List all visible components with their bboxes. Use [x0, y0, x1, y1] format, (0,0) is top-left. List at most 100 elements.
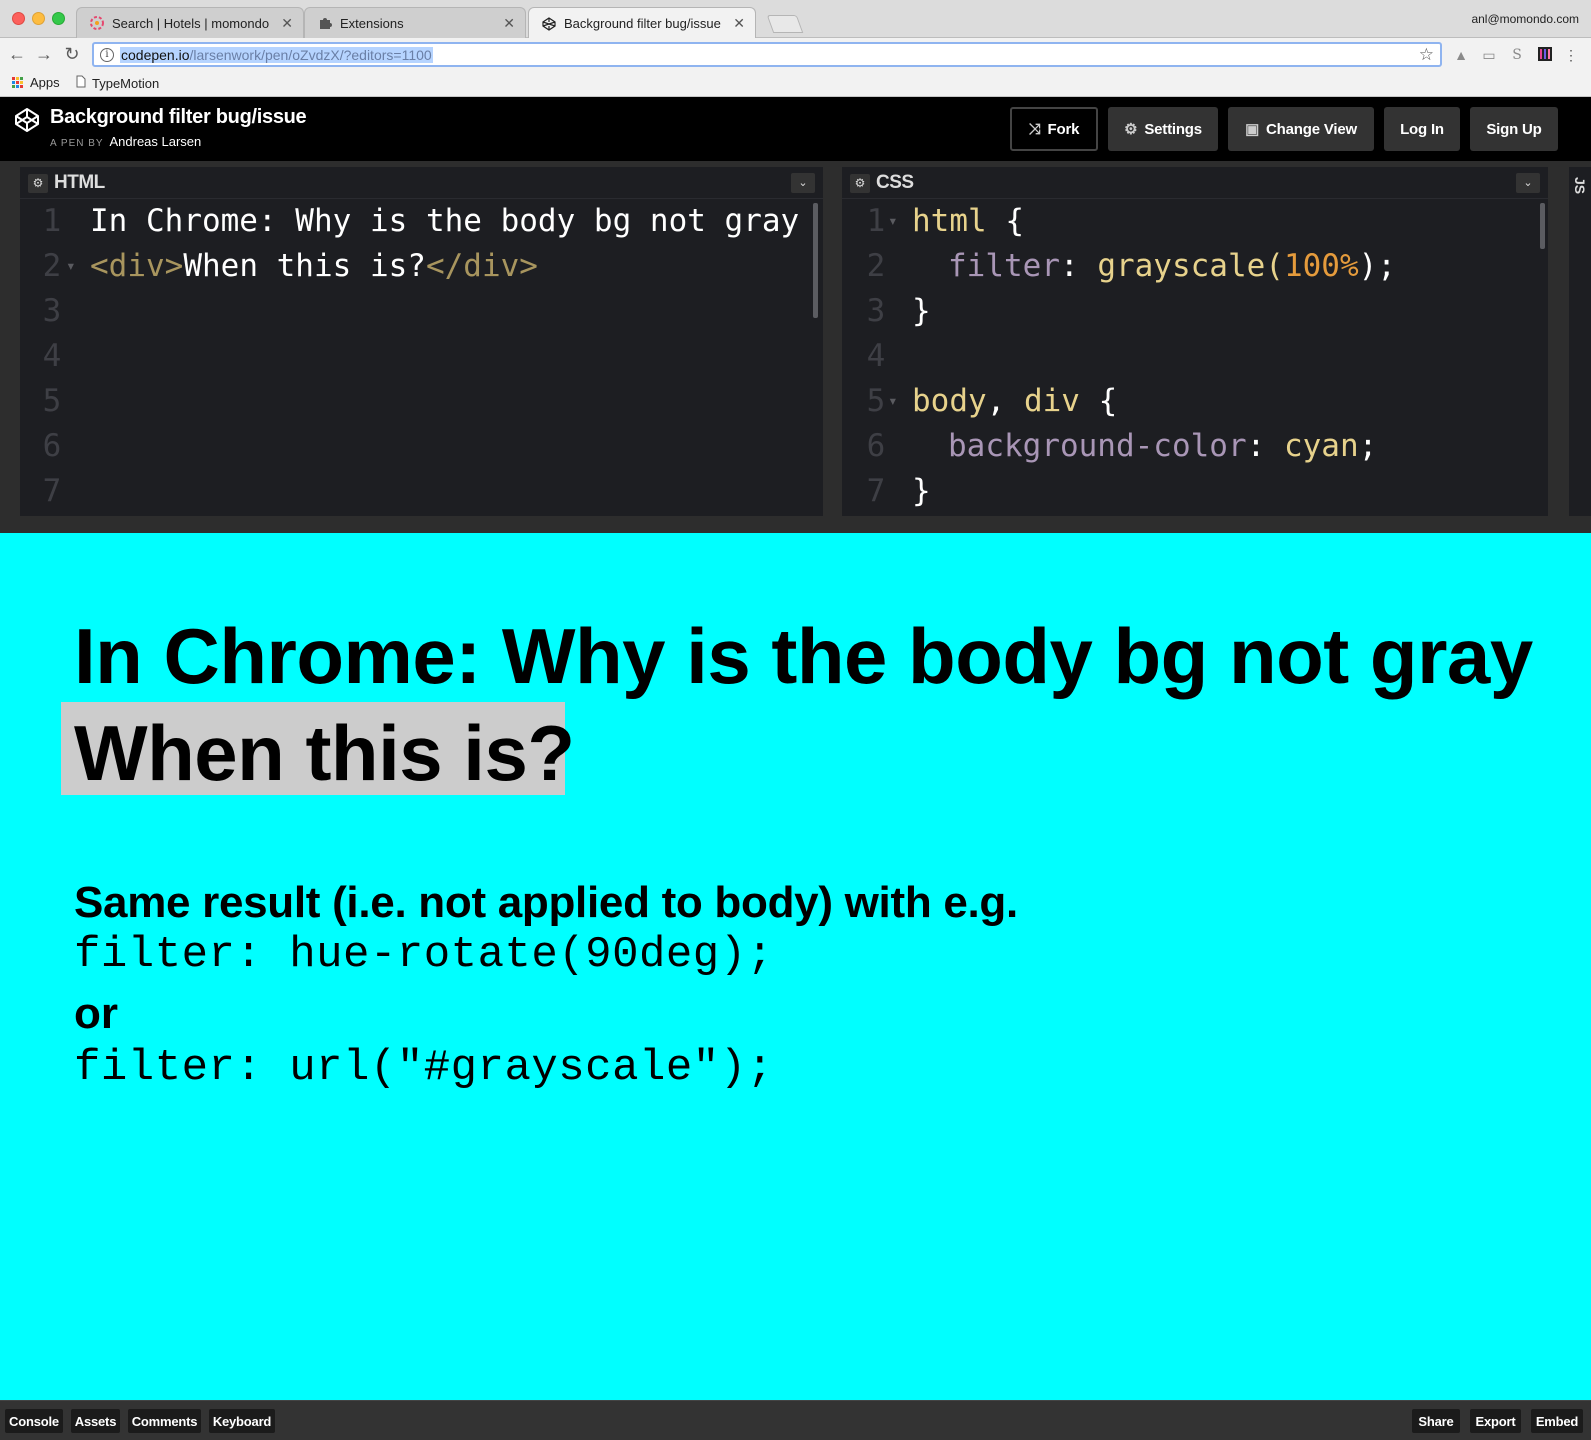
- change-view-button[interactable]: ▣ Change View: [1228, 107, 1374, 151]
- fold-arrow-icon[interactable]: ▾: [888, 211, 898, 230]
- tab-extensions[interactable]: Extensions ✕: [304, 7, 526, 38]
- line-number: 6: [42, 428, 62, 464]
- preview-or: or: [74, 989, 118, 1038]
- html-pane-header: ⚙ HTML ⌄: [20, 167, 823, 199]
- back-arrow-icon[interactable]: ←: [6, 43, 28, 65]
- preview-div-text: When this is?: [74, 709, 575, 797]
- line-number: 2: [866, 248, 886, 284]
- byline-prefix: A PEN BY: [50, 138, 104, 149]
- line-number: 3: [42, 293, 62, 329]
- css-editor-pane: ⚙ CSS ⌄ 1 ▾ html { 2 filter: grayscale(100%…: [842, 167, 1548, 516]
- browser-toolbar: ← → ↻ i codepen.io/larsenwork/pen/oZvdzX…: [0, 38, 1591, 70]
- preview-code-2: filter: url("#grayscale");: [74, 1043, 774, 1093]
- html-editor-pane: ⚙ HTML ⌄ 1 In Chrome: Why is the body bg …: [20, 167, 823, 516]
- line-number: 2: [42, 248, 62, 284]
- comments-button[interactable]: Comments: [128, 1409, 201, 1433]
- bookmark-star-icon[interactable]: ☆: [1419, 45, 1434, 65]
- pen-title[interactable]: Background filter bug/issue: [50, 106, 307, 129]
- reload-icon[interactable]: ↻: [61, 43, 83, 65]
- page-icon: [76, 75, 86, 91]
- tab-codepen[interactable]: Background filter bug/issue ✕: [528, 7, 756, 39]
- profile-name[interactable]: anl@momondo.com: [1471, 12, 1579, 26]
- cast-extension-icon[interactable]: ▭: [1480, 46, 1498, 64]
- fold-arrow-icon[interactable]: ▾: [888, 391, 898, 410]
- colorful-extension-icon[interactable]: [1536, 46, 1554, 64]
- html-code[interactable]: 1 In Chrome: Why is the body bg not gray …: [20, 201, 823, 516]
- code-line: In Chrome: Why is the body bg not gray: [90, 203, 800, 239]
- forward-arrow-icon[interactable]: →: [33, 43, 55, 65]
- code-line: html {: [912, 203, 1024, 239]
- tab-momondo[interactable]: Search | Hotels | momondo ✕: [76, 7, 304, 38]
- bookmark-apps[interactable]: Apps: [12, 75, 60, 90]
- tab-title: Search | Hotels | momondo: [112, 15, 270, 31]
- log-in-button[interactable]: Log In: [1384, 107, 1460, 151]
- preview-gray-div: When this is?: [61, 702, 575, 797]
- chevron-down-icon[interactable]: ⌄: [1516, 173, 1540, 193]
- bookmark-label: TypeMotion: [92, 75, 160, 91]
- line-number: 7: [42, 473, 62, 509]
- info-icon[interactable]: i: [100, 47, 114, 62]
- minimize-window-button[interactable]: [32, 12, 45, 25]
- new-tab-button[interactable]: [766, 15, 804, 33]
- tab-close-icon[interactable]: ✕: [733, 15, 745, 32]
- code-line: background-color: cyan;: [948, 428, 1378, 464]
- codepen-header: Background filter bug/issue A PEN BY And…: [0, 97, 1591, 161]
- js-pane-label: JS: [1572, 177, 1588, 195]
- menu-dots-icon[interactable]: ⋮: [1562, 46, 1580, 64]
- html-scrollbar[interactable]: [813, 203, 818, 318]
- maximize-window-button[interactable]: [52, 12, 65, 25]
- html-pane-label: HTML: [54, 172, 105, 193]
- embed-button[interactable]: Embed: [1531, 1409, 1583, 1433]
- code-line: <div>When this is?</div>: [90, 248, 538, 284]
- keyboard-button[interactable]: Keyboard: [209, 1409, 275, 1433]
- share-button[interactable]: Share: [1412, 1409, 1460, 1433]
- bookmarks-bar: Apps TypeMotion: [0, 70, 1591, 97]
- address-bar[interactable]: i codepen.io/larsenwork/pen/oZvdzX/?edit…: [92, 42, 1442, 67]
- css-settings-gear-icon[interactable]: ⚙: [850, 174, 870, 193]
- line-number: 5: [42, 383, 62, 419]
- code-line: body, div {: [912, 383, 1118, 419]
- css-pane-label: CSS: [876, 172, 914, 193]
- drive-extension-icon[interactable]: ▲: [1452, 46, 1470, 64]
- code-line: }: [912, 473, 931, 509]
- tab-title: Background filter bug/issue: [564, 16, 721, 31]
- line-number: 3: [866, 293, 886, 329]
- code-line: filter: grayscale(100%);: [948, 248, 1396, 284]
- browser-tabbar: Search | Hotels | momondo ✕ Extensions ✕…: [0, 0, 1591, 39]
- url-text[interactable]: codepen.io/larsenwork/pen/oZvdzX/?editor…: [120, 46, 433, 63]
- codepen-favicon-icon: [541, 16, 557, 32]
- fold-arrow-icon[interactable]: ▾: [66, 256, 76, 275]
- preview-code-1: filter: hue-rotate(90deg);: [74, 930, 774, 980]
- editor-area: ⚙ HTML ⌄ 1 In Chrome: Why is the body bg …: [0, 161, 1591, 533]
- tab-close-icon[interactable]: ✕: [281, 15, 293, 32]
- codepen-footer: Console Assets Comments Keyboard Share E…: [0, 1400, 1591, 1440]
- puzzle-icon: [317, 15, 333, 31]
- line-number: 6: [866, 428, 886, 464]
- css-scrollbar[interactable]: [1540, 203, 1545, 249]
- tab-close-icon[interactable]: ✕: [503, 15, 515, 32]
- line-number: 4: [42, 338, 62, 374]
- code-line: }: [912, 293, 931, 329]
- css-code[interactable]: 1 ▾ html { 2 filter: grayscale(100%); 3} 4 …: [842, 201, 1548, 516]
- console-button[interactable]: Console: [5, 1409, 63, 1433]
- js-pane-collapsed[interactable]: JS: [1569, 167, 1591, 516]
- assets-button[interactable]: Assets: [71, 1409, 120, 1433]
- html-settings-gear-icon[interactable]: ⚙: [28, 174, 48, 193]
- codepen-logo-icon[interactable]: [14, 107, 40, 133]
- export-button[interactable]: Export: [1470, 1409, 1521, 1433]
- view-icon: ▣: [1245, 121, 1260, 138]
- bookmark-typemotion[interactable]: TypeMotion: [76, 75, 159, 91]
- line-number: 7: [866, 473, 886, 509]
- chevron-down-icon[interactable]: ⌄: [791, 173, 815, 193]
- sign-up-button[interactable]: Sign Up: [1470, 107, 1558, 151]
- fork-button[interactable]: ⤨ Fork: [1010, 107, 1098, 151]
- s-extension-icon[interactable]: S: [1508, 46, 1526, 64]
- momondo-favicon-icon: [89, 15, 105, 31]
- css-pane-header: ⚙ CSS ⌄: [842, 167, 1548, 199]
- close-window-button[interactable]: [12, 12, 25, 25]
- result-preview: In Chrome: Why is the body bg not gray W…: [0, 533, 1591, 1400]
- apps-grid-icon: [12, 77, 23, 88]
- settings-button[interactable]: ⚙ Settings: [1108, 107, 1218, 151]
- pen-byline: A PEN BY Andreas Larsen: [50, 134, 201, 149]
- author-link[interactable]: Andreas Larsen: [109, 134, 201, 149]
